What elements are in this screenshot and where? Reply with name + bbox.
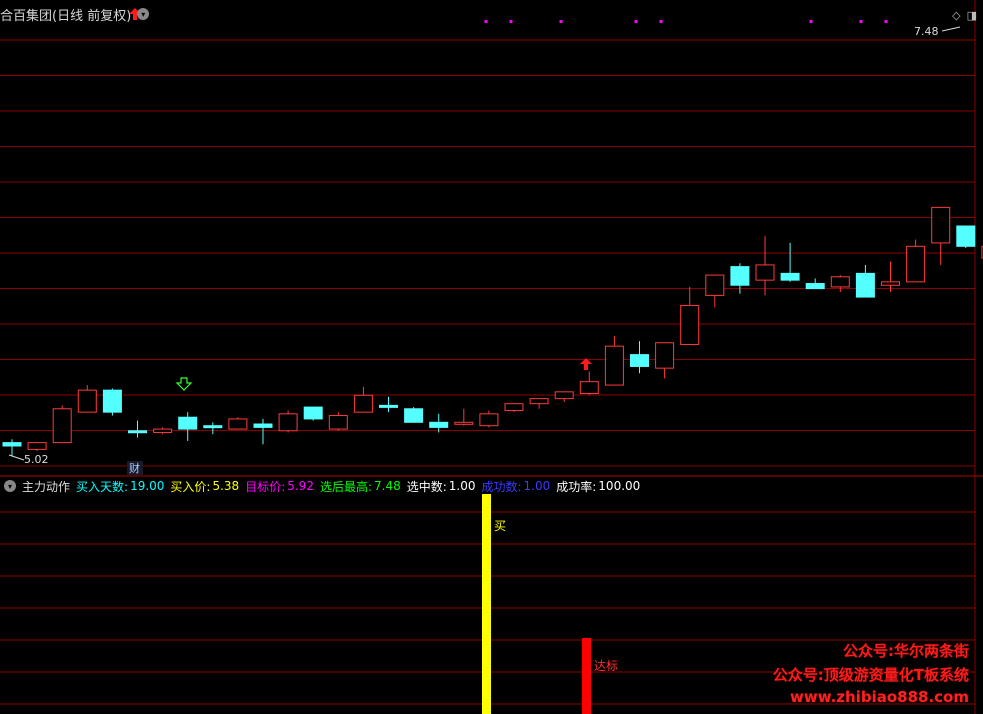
chart-title-bar: 合百集团(日线 前复权) ▾	[0, 5, 150, 24]
candle-body	[228, 418, 248, 430]
target-signal-label: 达标	[594, 659, 618, 673]
high-price-pointer	[941, 26, 961, 32]
candle-body	[780, 272, 800, 281]
stock-title[interactable]: 合百集团(日线 前复权)	[0, 5, 131, 24]
cai-badge: 财	[129, 461, 140, 475]
indicator-bar: ▾ 主力动作 买入天数: 19.00 买入价: 5.38 目标价: 5.92 选后最高: 7.…	[4, 478, 640, 494]
indicator-field-label: 选中数:	[406, 479, 447, 494]
down-arrow-icon	[175, 377, 193, 391]
candle-body	[730, 266, 750, 286]
high-price-label: 7.48	[914, 25, 939, 38]
watermark-2: 公众号:顶级游资量化T板系统	[772, 666, 969, 684]
watermark-1: 公众号:华尔两条街	[843, 642, 969, 660]
candle-body	[830, 276, 850, 288]
signal-dot	[859, 20, 863, 23]
candle-body	[655, 342, 675, 369]
target-signal-bar	[582, 638, 591, 714]
candle-body	[855, 272, 875, 298]
indicator-name[interactable]: 主力动作	[22, 478, 70, 495]
candle-body	[579, 381, 599, 395]
chevron-down-icon[interactable]: ▾	[4, 480, 16, 492]
candle-body	[931, 206, 951, 244]
candle-body	[529, 398, 549, 405]
watermark-3: www.zhibiao888.com	[789, 688, 969, 706]
signal-dot	[634, 20, 638, 23]
candle-body	[178, 416, 198, 430]
candle-body	[379, 404, 398, 408]
diamond-icon[interactable]: ◇	[952, 9, 960, 22]
candle-body	[303, 406, 323, 420]
candle-body	[881, 281, 900, 286]
low-price-pointer	[8, 454, 25, 461]
candle-body	[52, 408, 72, 444]
indicator-field-label: 买入天数:	[76, 479, 129, 494]
candle-body	[906, 245, 926, 283]
candle-body	[128, 430, 147, 434]
candle-body	[27, 442, 47, 450]
buy-signal-label: 买	[494, 519, 506, 533]
chart-stage: 7.48 5.02 财买达标	[0, 0, 983, 714]
candle-body	[429, 421, 449, 428]
indicator-field-value: 5.38	[212, 479, 240, 493]
candle-body	[604, 345, 624, 386]
candle-body	[253, 423, 273, 428]
chevron-down-icon[interactable]: ▾	[137, 8, 150, 20]
indicator-field-label: 成功率:	[556, 479, 597, 494]
candle-body	[2, 442, 22, 447]
candle-body	[554, 391, 574, 400]
indicator-field-label: 买入价:	[170, 479, 211, 494]
chart-toolbar-icons: ◇ ◨	[952, 9, 977, 22]
candle-body	[102, 389, 122, 413]
indicator-field-value: 7.48	[374, 479, 401, 493]
candle-body	[630, 354, 649, 367]
low-price-label: 5.02	[24, 453, 49, 466]
candle-body	[404, 408, 424, 423]
indicator-field-value: 1.00	[523, 479, 551, 493]
indicator-field-value: 100.00	[598, 479, 641, 493]
candle-body	[956, 225, 976, 247]
candle-body	[203, 425, 223, 429]
signal-dot	[809, 20, 813, 23]
indicator-field-value: 1.00	[448, 479, 476, 493]
buy-signal-bar	[482, 494, 491, 714]
candle-body	[755, 264, 775, 281]
candle-body	[680, 305, 700, 345]
signal-dot	[509, 20, 513, 23]
indicator-field-label: 选后最高:	[319, 479, 372, 494]
candle-body	[454, 421, 474, 425]
indicator-field-value: 5.92	[287, 479, 314, 493]
signal-dot	[884, 20, 888, 23]
indicator-field-label: 目标价:	[245, 479, 286, 494]
signal-dot	[484, 20, 488, 23]
candle-body	[328, 415, 348, 430]
candle-body	[278, 413, 298, 432]
window-icon[interactable]: ◨	[967, 9, 977, 22]
candle-body	[77, 389, 97, 413]
signal-dot	[659, 20, 663, 23]
candle-body	[805, 283, 825, 290]
candle-body	[153, 428, 173, 433]
indicator-field-label: 成功数:	[481, 479, 522, 494]
indicator-field-value: 19.00	[130, 479, 165, 493]
candle-body	[705, 274, 725, 296]
signal-dot	[559, 20, 563, 23]
candle-body	[479, 413, 499, 427]
candle-body	[504, 403, 524, 411]
candle-body	[353, 394, 373, 413]
